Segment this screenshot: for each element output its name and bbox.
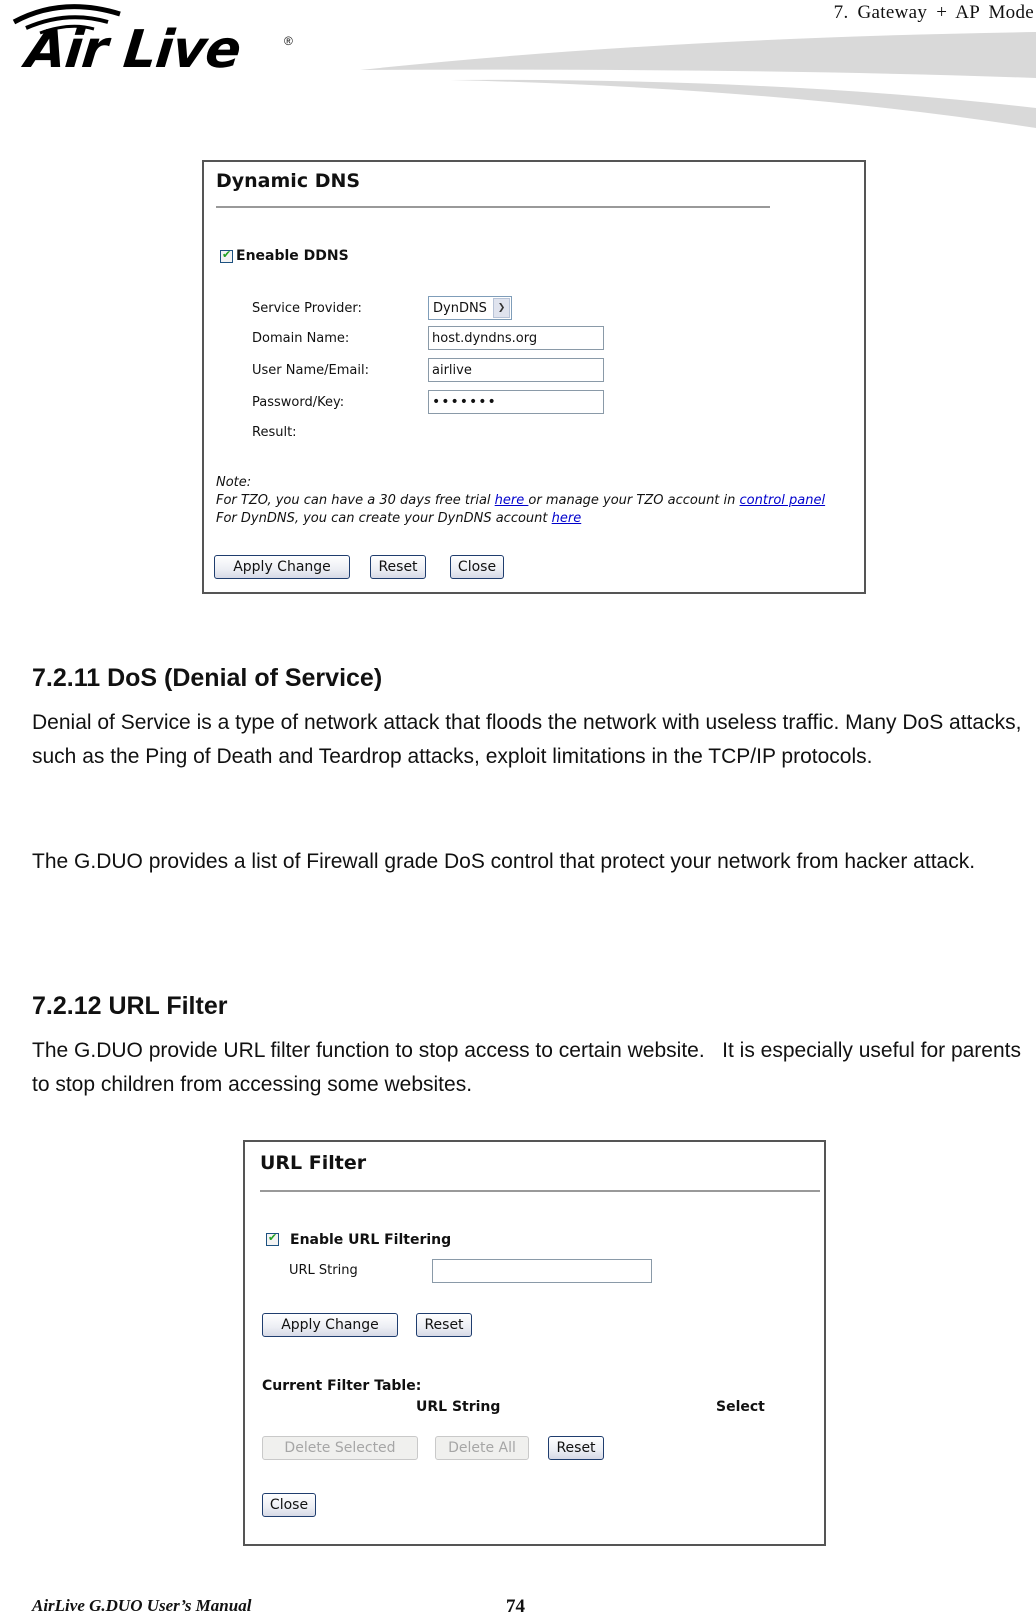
user-name-input[interactable]	[428, 358, 604, 382]
table-reset-button[interactable]: Reset	[548, 1436, 604, 1460]
enable-ddns-checkbox[interactable]	[220, 248, 233, 263]
enable-ddns-label: Eneable DDNS	[236, 248, 349, 264]
registered-mark: ®	[284, 34, 293, 48]
domain-name-input[interactable]	[428, 326, 604, 350]
service-provider-value: DynDNS	[433, 301, 487, 316]
dos-paragraph-2: The G.DUO provides a list of Firewall gr…	[32, 850, 976, 873]
column-header-url-string: URL String	[416, 1399, 501, 1415]
chevron-down-icon[interactable]: ❯	[493, 298, 510, 318]
url-filter-paragraph: The G.DUO provide URL filter function to…	[32, 1039, 1027, 1096]
page-number: 74	[506, 1596, 525, 1617]
header-swoosh-graphic	[360, 32, 1036, 128]
note-tzo-text: For TZO, you can have a 30 days free tri…	[216, 493, 495, 508]
close-button[interactable]: Close	[450, 555, 504, 579]
user-name-label: User Name/Email:	[252, 363, 369, 378]
ddns-panel-title: Dynamic DNS	[216, 170, 361, 192]
url-filter-panel: URL Filter Enable URL Filtering URL Stri…	[243, 1140, 826, 1546]
delete-all-button[interactable]: Delete All	[435, 1436, 529, 1460]
tzo-trial-link[interactable]: here	[495, 493, 529, 508]
tzo-control-panel-link[interactable]: control panel	[740, 493, 826, 508]
delete-selected-button[interactable]: Delete Selected	[262, 1436, 418, 1460]
note-title: Note:	[216, 475, 252, 490]
divider	[216, 206, 770, 208]
service-provider-select[interactable]: DynDNS ❯	[428, 296, 512, 320]
url-string-label: URL String	[289, 1263, 358, 1278]
password-input[interactable]: •••••••	[428, 390, 604, 414]
enable-url-filtering-label: Enable URL Filtering	[290, 1232, 452, 1248]
current-filter-table-title: Current Filter Table:	[262, 1378, 422, 1394]
service-provider-label: Service Provider:	[252, 301, 362, 316]
column-header-select: Select	[716, 1399, 765, 1415]
apply-change-button[interactable]: Apply Change	[262, 1313, 398, 1337]
enable-url-filtering-checkbox[interactable]	[266, 1231, 279, 1246]
result-label: Result:	[252, 425, 297, 440]
note-line-tzo: For TZO, you can have a 30 days free tri…	[216, 492, 825, 510]
url-string-input[interactable]	[432, 1259, 652, 1283]
note-dyndns-text: For DynDNS, you can create your DynDNS a…	[216, 511, 552, 526]
note-tzo-middle: or manage your TZO account in	[528, 493, 740, 508]
logo-wordmark: Air Live	[22, 20, 244, 80]
note-line-dyndns: For DynDNS, you can create your DynDNS a…	[216, 510, 581, 528]
dos-paragraph-1: Denial of Service is a type of network a…	[32, 711, 1022, 768]
apply-change-button[interactable]: Apply Change	[214, 555, 350, 579]
chapter-title: 7. Gateway + AP Mode	[833, 2, 1034, 23]
reset-button[interactable]: Reset	[370, 555, 426, 579]
close-button[interactable]: Close	[262, 1493, 316, 1517]
footer-manual-title: AirLive G.DUO User’s Manual	[32, 1596, 252, 1615]
url-filter-panel-title: URL Filter	[260, 1152, 367, 1174]
airlive-logo: Air Live ®	[12, 0, 297, 80]
dyndns-create-link[interactable]: here	[552, 511, 582, 526]
section-heading-url-filter: 7.2.12 URL Filter	[32, 992, 228, 1020]
domain-name-label: Domain Name:	[252, 331, 350, 346]
reset-button[interactable]: Reset	[416, 1313, 472, 1337]
password-label: Password/Key:	[252, 395, 345, 410]
section-heading-dos: 7.2.11 DoS (Denial of Service)	[32, 664, 383, 692]
divider	[260, 1190, 820, 1192]
ddns-panel: Dynamic DNS Eneable DDNS Service Provide…	[202, 160, 866, 594]
